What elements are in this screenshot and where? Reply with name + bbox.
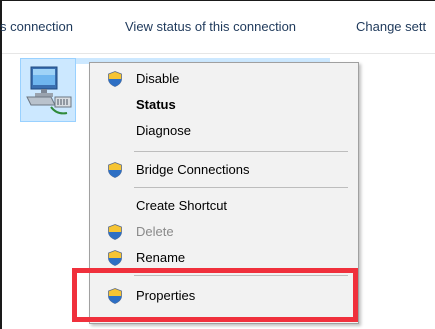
- toolbar-item-connection[interactable]: s connection: [0, 1, 73, 53]
- shield-icon: [108, 224, 122, 240]
- menu-item-label: Properties: [136, 288, 196, 303]
- menu-separator: [134, 187, 348, 188]
- menu-separator: [134, 151, 348, 152]
- toolbar-item-change-settings[interactable]: Change sett: [356, 1, 426, 53]
- network-connection-tile[interactable]: [20, 58, 76, 122]
- menu-item-label: Rename: [136, 250, 186, 265]
- shield-icon: [108, 288, 122, 304]
- toolbar-item-view-status[interactable]: View status of this connection: [125, 1, 296, 53]
- menu-item-delete: Delete: [90, 219, 358, 245]
- menu-item-label: Disable: [136, 71, 180, 86]
- menu-item-label: Diagnose: [136, 123, 191, 138]
- network-adapter-icon: [26, 66, 72, 115]
- menu-item-disable[interactable]: Disable: [90, 66, 358, 92]
- menu-item-label: Delete: [136, 224, 174, 239]
- shield-icon: [108, 250, 122, 266]
- shield-icon: [108, 162, 122, 178]
- menu-separator: [134, 275, 348, 276]
- menu-item-label: Bridge Connections: [136, 162, 250, 177]
- menu-item-status[interactable]: Status: [90, 92, 358, 118]
- menu-item-create-shortcut[interactable]: Create Shortcut: [90, 193, 358, 219]
- command-bar: s connection View status of this connect…: [0, 1, 435, 54]
- menu-item-bridge-connections[interactable]: Bridge Connections: [90, 157, 358, 183]
- shield-icon: [108, 71, 122, 87]
- menu-item-properties[interactable]: Properties: [90, 283, 358, 309]
- menu-item-label: Status: [136, 97, 176, 112]
- menu-item-diagnose[interactable]: Diagnose: [90, 118, 358, 144]
- context-menu: Disable Status Diagnose Bridge Connectio…: [89, 62, 359, 324]
- menu-item-label: Create Shortcut: [136, 198, 228, 213]
- menu-item-rename[interactable]: Rename: [90, 245, 358, 271]
